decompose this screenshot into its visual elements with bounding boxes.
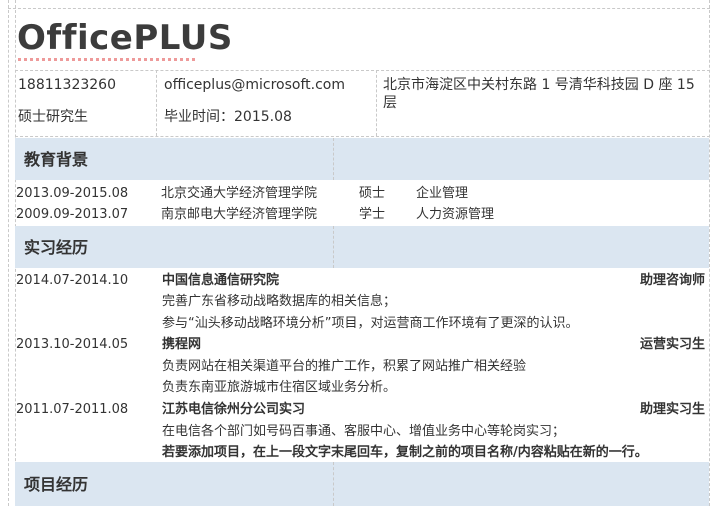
education-major: 企业管理 <box>416 186 469 201</box>
internship-company: 携程网 <box>162 337 202 352</box>
internship-role: 助理咨询师 <box>639 273 705 288</box>
grid-line <box>8 8 710 9</box>
section-title-projects: 项目经历 <box>24 475 89 494</box>
section-title-internship: 实习经历 <box>24 238 89 257</box>
internship-detail: 负责东南亚旅游城市住宿区域业务分析。 <box>162 380 397 395</box>
internship-detail: 完善广东省移动战略数据库的相关信息； <box>162 294 397 309</box>
education-major: 人力资源管理 <box>416 207 495 222</box>
internship-role: 助理实习生 <box>639 402 705 417</box>
internship-period: 2014.07-2014.10 <box>16 273 129 288</box>
grid-line <box>156 70 157 136</box>
internship-detail: 在电信各个部门如号码百事通、客服中心、增值业务中心等轮岗实习； <box>162 424 566 439</box>
home-address: 北京市海淀区中关村东路 1 号清华科技园 D 座 15 层 <box>383 77 695 111</box>
phone-number: 18811323260 <box>18 77 116 93</box>
grid-line <box>8 0 9 506</box>
degree-level: 硕士研究生 <box>18 109 88 125</box>
internship-company: 江苏电信徐州分公司实习 <box>162 402 306 417</box>
education-period: 2009.09-2013.07 <box>16 207 129 222</box>
internship-detail: 负责网站在相关渠道平台的推广工作，积累了网站推广相关经验 <box>162 359 527 374</box>
grid-line <box>333 462 334 506</box>
section-title-education: 教育背景 <box>24 150 89 169</box>
grid-line <box>15 70 710 71</box>
template-tip: 若要添加项目，在上一段文字末尾回车，复制之前的项目名称/内容粘贴在新的一行。 <box>162 445 648 460</box>
graduation-date: 毕业时间：2015.08 <box>164 109 292 125</box>
grid-line <box>333 226 334 268</box>
internship-detail: 参与“汕头移动战略环境分析”项目，对运营商工作环境有了更深的认识。 <box>162 316 579 331</box>
grid-line <box>376 70 377 136</box>
internship-period: 2013.10-2014.05 <box>16 337 129 352</box>
internship-role: 运营实习生 <box>639 337 705 352</box>
education-school: 北京交通大学经济管理学院 <box>161 186 318 201</box>
education-school: 南京邮电大学经济管理学院 <box>161 207 318 222</box>
education-degree: 学士 <box>359 207 386 222</box>
education-degree: 硕士 <box>359 186 386 201</box>
section-bar-projects <box>15 462 709 506</box>
resume-name: OfficePLUS <box>17 18 233 58</box>
resume-page: OfficePLUS 18811323260 硕士研究生 officeplus@… <box>0 0 714 506</box>
spellcheck-underline <box>18 58 196 61</box>
email-address: officeplus@microsoft.com <box>164 77 345 93</box>
education-period: 2013.09-2015.08 <box>16 186 129 201</box>
grid-line <box>15 136 710 137</box>
internship-company: 中国信息通信研究院 <box>162 273 280 288</box>
grid-line <box>709 0 710 506</box>
section-bar-internship <box>15 226 709 268</box>
internship-period: 2011.07-2011.08 <box>16 402 129 417</box>
grid-line <box>333 138 334 180</box>
section-bar-education <box>15 138 709 180</box>
